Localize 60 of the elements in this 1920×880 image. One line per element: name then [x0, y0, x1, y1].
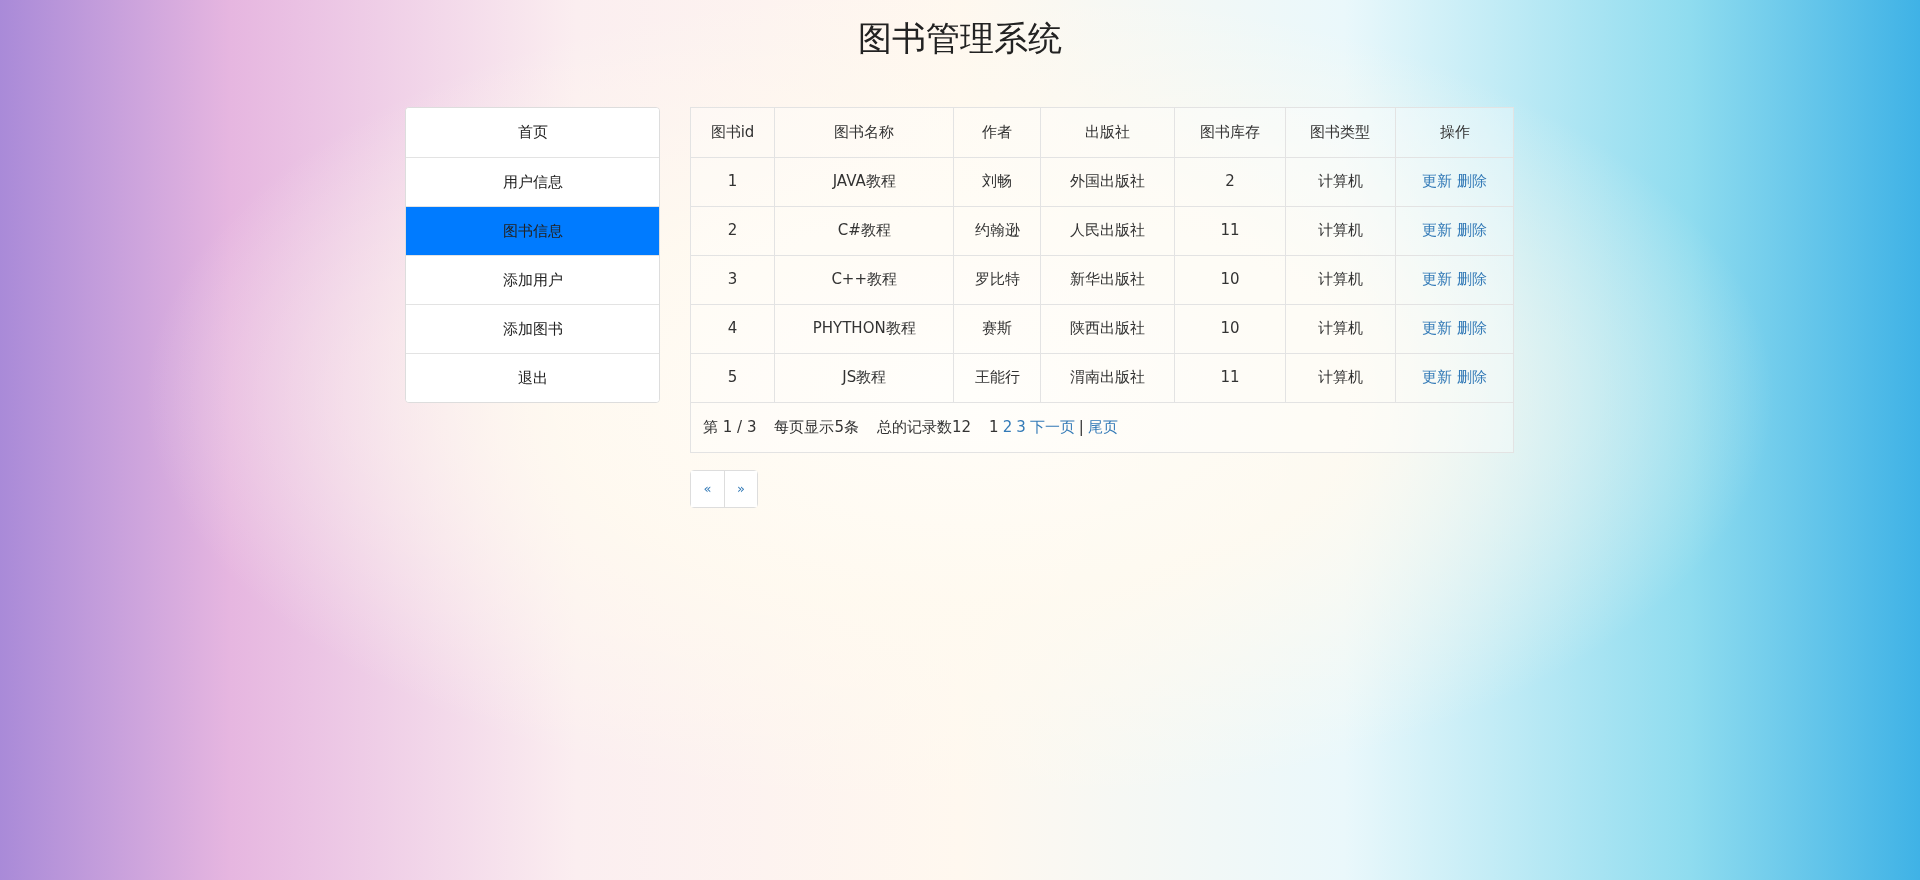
table-cell: 计算机: [1285, 206, 1396, 255]
table-cell: 计算机: [1285, 304, 1396, 353]
table-cell: 渭南出版社: [1040, 353, 1175, 402]
table-cell: JS教程: [774, 353, 954, 402]
table-cell: 刘畅: [953, 157, 1041, 206]
page-info: 第 1 / 3: [703, 416, 757, 438]
table-cell: 10: [1174, 304, 1286, 353]
table-cell: 11: [1174, 353, 1286, 402]
last-page-link[interactable]: 尾页: [1087, 415, 1118, 439]
next-button[interactable]: »: [724, 470, 757, 507]
sidebar-item[interactable]: 图书信息: [406, 206, 659, 255]
column-header: 图书类型: [1285, 108, 1396, 157]
table-cell: 新华出版社: [1040, 255, 1175, 304]
table-cell: 计算机: [1285, 255, 1396, 304]
page-size-text: 每页显示5条: [774, 416, 859, 438]
table-cell: 1: [691, 157, 775, 206]
delete-link[interactable]: 删除: [1456, 319, 1487, 338]
delete-link[interactable]: 删除: [1456, 221, 1487, 240]
table-cell: 2: [691, 206, 775, 255]
sidebar-item[interactable]: 退出: [406, 353, 659, 402]
table-cell: 11: [1174, 206, 1286, 255]
column-header: 图书id: [691, 108, 775, 157]
table-cell: 5: [691, 353, 775, 402]
separator-text: |: [1078, 416, 1084, 438]
update-link[interactable]: 更新: [1422, 319, 1453, 338]
update-link[interactable]: 更新: [1422, 172, 1453, 191]
table-cell: 人民出版社: [1040, 206, 1175, 255]
page-link[interactable]: 3: [1016, 415, 1026, 439]
update-link[interactable]: 更新: [1422, 270, 1453, 289]
table-cell: 王能行: [953, 353, 1041, 402]
column-header: 作者: [953, 108, 1041, 157]
update-link[interactable]: 更新: [1422, 368, 1453, 387]
update-link[interactable]: 更新: [1422, 221, 1453, 240]
delete-link[interactable]: 删除: [1456, 368, 1487, 387]
table-cell: 外国出版社: [1040, 157, 1175, 206]
page-title: 图书管理系统: [857, 17, 1063, 60]
table-cell: 2: [1174, 157, 1286, 206]
next-page-link[interactable]: 下一页: [1029, 415, 1075, 439]
delete-link[interactable]: 删除: [1456, 270, 1487, 289]
table-cell: 4: [691, 304, 775, 353]
table-cell: 10: [1174, 255, 1286, 304]
table-cell: C#教程: [774, 206, 954, 255]
table-cell: 约翰逊: [953, 206, 1041, 255]
column-header: 图书名称: [774, 108, 954, 157]
total-records-text: 总的记录数12: [877, 416, 972, 438]
table-cell: 陕西出版社: [1040, 304, 1175, 353]
page-link[interactable]: 2: [1002, 415, 1013, 439]
table-cell: 3: [691, 255, 775, 304]
column-header: 操作: [1395, 108, 1513, 157]
table-cell: 计算机: [1285, 157, 1396, 206]
table-cell: 计算机: [1285, 353, 1396, 402]
table-cell: 罗比特: [953, 255, 1041, 304]
table-cell: 赛斯: [953, 304, 1041, 353]
table-cell: C++教程: [774, 255, 954, 304]
column-header: 图书库存: [1174, 108, 1286, 157]
current-page: 1: [989, 416, 999, 438]
table-cell: JAVA教程: [774, 157, 954, 206]
table-cell: PHYTHON教程: [774, 304, 954, 353]
column-header: 出版社: [1040, 108, 1175, 157]
delete-link[interactable]: 删除: [1456, 172, 1487, 191]
